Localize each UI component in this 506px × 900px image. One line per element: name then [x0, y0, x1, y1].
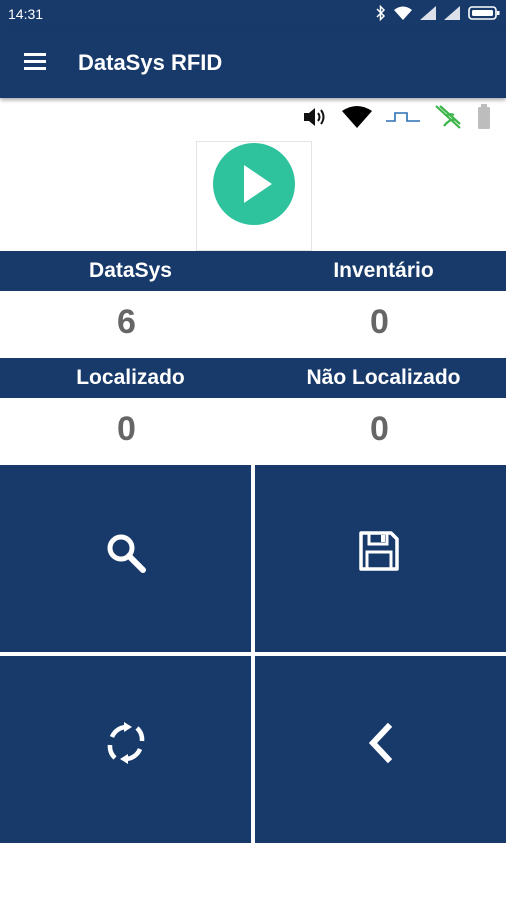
rfid-signal-icon [434, 104, 462, 135]
inventario-label: Inventário [333, 259, 434, 282]
status-bar: 14:31 [0, 0, 506, 28]
app-title: DataSys RFID [78, 50, 223, 75]
status-icons [376, 4, 500, 24]
wifi-icon [342, 105, 372, 134]
nao-localizado-label: Não Localizado [306, 366, 461, 389]
app-bar: DataSys RFID [0, 28, 506, 98]
back-button[interactable] [255, 656, 506, 843]
menu-button[interactable] [16, 46, 56, 80]
inventario-value: 0 [370, 303, 389, 341]
signal-icon [420, 6, 436, 23]
battery-icon [468, 5, 500, 24]
stats-value-row-2: 0 0 [0, 398, 506, 464]
bluetooth-icon [376, 4, 386, 24]
search-icon [107, 534, 146, 573]
device-status-icons [302, 103, 492, 136]
sync-button[interactable] [0, 656, 251, 843]
refresh-icon [107, 722, 145, 764]
menu-icon [24, 53, 46, 70]
pulse-icon [386, 110, 420, 129]
play-button-container [196, 141, 312, 251]
localizado-label: Localizado [76, 366, 185, 389]
stats-label-bar-2: Localizado Não Localizado [0, 358, 506, 398]
stats-label-bar-1: DataSys Inventário [0, 251, 506, 291]
datasys-value: 6 [117, 303, 136, 341]
search-button[interactable] [0, 465, 251, 652]
back-icon [368, 722, 393, 764]
play-icon [244, 165, 272, 203]
status-time: 14:31 [8, 6, 44, 22]
stats-value-row-1: 6 0 [0, 291, 506, 357]
save-icon [359, 531, 399, 571]
wifi-icon [394, 6, 412, 23]
battery-icon [476, 103, 492, 136]
localizado-value: 0 [117, 410, 136, 448]
footer-area [0, 844, 506, 900]
signal-icon [444, 6, 460, 23]
datasys-label: DataSys [89, 259, 172, 282]
nao-localizado-value: 0 [370, 410, 389, 448]
save-button[interactable] [255, 465, 506, 652]
volume-icon [302, 105, 328, 134]
play-button[interactable] [213, 143, 295, 225]
